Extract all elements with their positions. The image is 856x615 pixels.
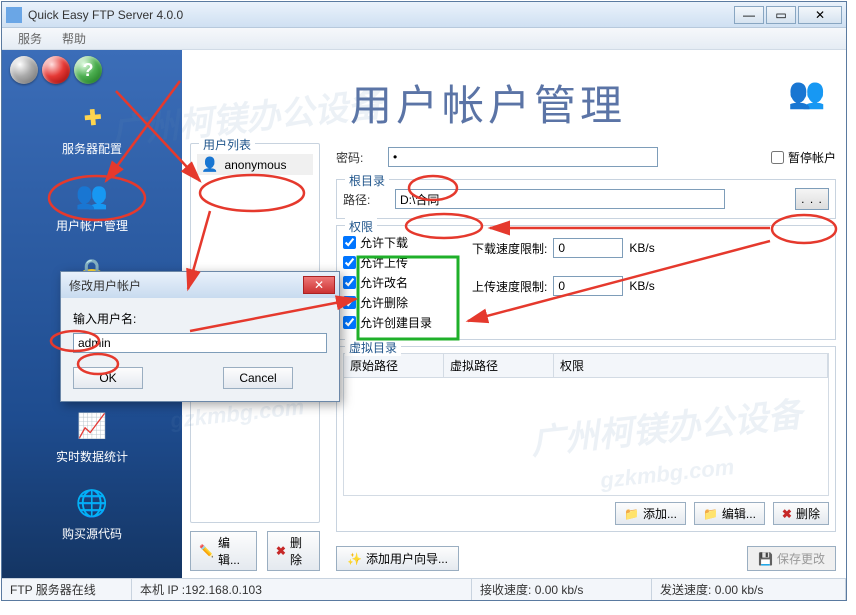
browse-button[interactable]: . . . — [795, 188, 829, 210]
perm-upload[interactable]: 允许上传 — [343, 254, 432, 271]
perm-delete[interactable]: 允许删除 — [343, 294, 432, 311]
page-users-icon — [788, 76, 828, 116]
sidebar-item-stats[interactable]: 实时数据统计 — [2, 398, 182, 475]
app-icon — [6, 7, 22, 23]
dialog-ok-button[interactable]: OK — [73, 367, 143, 389]
dialog-prompt: 输入用户名: — [73, 310, 327, 327]
close-button[interactable]: ✕ — [798, 6, 842, 24]
dialog-title: 修改用户帐户 — [69, 277, 141, 294]
password-label: 密码: — [336, 149, 380, 166]
globe-icon — [74, 485, 110, 521]
maximize-button[interactable]: ▭ — [766, 6, 796, 24]
titlebar: Quick Easy FTP Server 4.0.0 — ▭ ✕ — [2, 2, 846, 28]
vdir-table-header: 原始路径 虚拟路径 权限 — [343, 353, 829, 378]
perm-mkdir[interactable]: 允许创建目录 — [343, 314, 432, 331]
sidebar-item-user-accounts[interactable]: 用户帐户管理 — [2, 167, 182, 244]
vdir-legend: 虚拟目录 — [345, 339, 401, 356]
user-name: anonymous — [224, 158, 286, 172]
wand-icon — [347, 552, 362, 566]
menu-help[interactable]: 帮助 — [52, 28, 96, 49]
menubar: 服务 帮助 — [2, 28, 846, 50]
perm-download[interactable]: 允许下载 — [343, 234, 432, 251]
perm-rename[interactable]: 允许改名 — [343, 274, 432, 291]
sidebar-item-label: 用户帐户管理 — [56, 219, 128, 233]
users-icon — [74, 177, 110, 213]
wrench-icon — [74, 100, 110, 136]
sidebar-item-label: 服务器配置 — [62, 142, 122, 156]
userlist-item[interactable]: anonymous — [197, 154, 313, 175]
user-icon — [201, 156, 218, 173]
window-controls: — ▭ ✕ — [734, 6, 842, 24]
delete-icon — [782, 507, 792, 521]
dl-limit-input[interactable] — [553, 238, 623, 258]
record-stop-button[interactable] — [10, 56, 38, 84]
disk-icon — [758, 552, 773, 566]
permissions-legend: 权限 — [345, 218, 377, 235]
path-label: 路径: — [343, 191, 387, 208]
stats-icon — [74, 408, 110, 444]
record-button[interactable] — [42, 56, 70, 84]
rootdir-fieldset: 根目录 路径: . . . — [336, 179, 836, 219]
status-server: FTP 服务器在线 — [2, 579, 132, 600]
help-button[interactable]: ? — [74, 56, 102, 84]
dl-limit-label: 下载速度限制: — [472, 240, 547, 257]
vdir-add-button[interactable]: 添加... — [615, 502, 686, 525]
save-button[interactable]: 保存更改 — [747, 546, 836, 571]
menu-service[interactable]: 服务 — [8, 28, 52, 49]
ul-limit-label: 上传速度限制: — [472, 278, 547, 295]
status-recv: 接收速度: 0.00 kb/s — [472, 579, 652, 600]
password-input[interactable] — [388, 147, 658, 167]
vdir-fieldset: 虚拟目录 原始路径 虚拟路径 权限 添加... 编辑... 删除 — [336, 346, 836, 532]
window-title: Quick Easy FTP Server 4.0.0 — [28, 8, 734, 22]
vdir-col-perm: 权限 — [554, 354, 828, 377]
sidebar-item-server-config[interactable]: 服务器配置 — [2, 90, 182, 167]
path-input[interactable] — [395, 189, 725, 209]
minimize-button[interactable]: — — [734, 6, 764, 24]
sidebar-item-label: 实时数据统计 — [56, 450, 128, 464]
vdir-delete-button[interactable]: 删除 — [773, 502, 829, 525]
dialog-username-input[interactable] — [73, 333, 327, 353]
toolbar: ? — [2, 50, 182, 90]
status-ip: 本机 IP :192.168.0.103 — [132, 579, 472, 600]
vdir-table-body[interactable] — [343, 378, 829, 496]
sidebar-item-buy-source[interactable]: 购买源代码 — [2, 475, 182, 552]
userlist-delete-button[interactable]: 删除 — [267, 531, 320, 571]
sidebar-item-label: 购买源代码 — [62, 527, 122, 541]
rootdir-legend: 根目录 — [345, 172, 389, 189]
dialog-titlebar: 修改用户帐户 ✕ — [61, 272, 339, 298]
ul-limit-input[interactable] — [553, 276, 623, 296]
dialog-cancel-button[interactable]: Cancel — [223, 367, 293, 389]
suspend-checkbox[interactable]: 暂停帐户 — [771, 149, 836, 166]
vdir-edit-button[interactable]: 编辑... — [694, 502, 765, 525]
dialog-close-button[interactable]: ✕ — [303, 276, 335, 294]
pencil-icon — [199, 544, 214, 558]
folder-icon — [624, 507, 639, 521]
userlist-edit-button[interactable]: 编辑... — [190, 531, 257, 571]
statusbar: FTP 服务器在线 本机 IP :192.168.0.103 接收速度: 0.0… — [2, 578, 846, 600]
userlist-legend: 用户列表 — [199, 136, 255, 153]
status-send: 发送速度: 0.00 kb/s — [652, 579, 846, 600]
modify-user-dialog: 修改用户帐户 ✕ 输入用户名: OK Cancel — [60, 271, 340, 402]
permissions-fieldset: 权限 允许下载 允许上传 允许改名 允许删除 允许创建目录 — [336, 225, 836, 340]
vdir-col-origpath: 原始路径 — [344, 354, 444, 377]
page-title: 用户帐户管理 — [350, 72, 626, 133]
add-user-wizard-button[interactable]: 添加用户向导... — [336, 546, 459, 571]
delete-icon — [276, 544, 286, 558]
vdir-col-vpath: 虚拟路径 — [444, 354, 554, 377]
folder-icon — [703, 507, 718, 521]
